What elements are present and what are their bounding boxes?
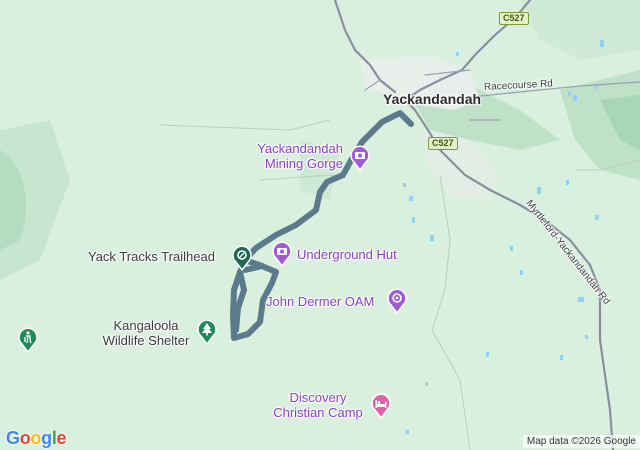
hiking-trail-icon[interactable] xyxy=(231,245,253,271)
town-label-yackandandah[interactable]: Yackandandah xyxy=(383,91,481,107)
bed-icon[interactable] xyxy=(370,393,392,419)
camera-icon[interactable] xyxy=(271,241,293,267)
poi-label-underground-hut[interactable]: Underground Hut xyxy=(297,247,397,262)
poi-label-discovery-line2: Christian Camp xyxy=(273,405,363,420)
route-shield-c527-town: C527 xyxy=(428,137,458,150)
tree-icon[interactable] xyxy=(196,319,218,345)
poi-label-mining-gorge[interactable]: Yackandandah Mining Gorge xyxy=(253,141,343,171)
map-attribution[interactable]: Map data ©2026 Google xyxy=(522,435,640,448)
logo-letter-4: g xyxy=(41,428,52,448)
logo-letter-1: G xyxy=(6,428,20,448)
poi-label-kangaloola-line2: Wildlife Shelter xyxy=(102,333,190,348)
logo-letter-6: e xyxy=(56,428,67,448)
hiker-icon[interactable] xyxy=(17,327,39,353)
poi-label-discovery-line1: Discovery xyxy=(289,390,347,405)
attraction-icon[interactable] xyxy=(386,288,408,314)
poi-label-mining-gorge-line2: Mining Gorge xyxy=(264,156,343,171)
logo-letter-3: o xyxy=(30,428,42,448)
poi-label-kangaloola-line1: Kangaloola xyxy=(113,318,179,333)
map-view[interactable]: Racecourse Rd Myrtleford-Yackandandah Rd… xyxy=(0,0,640,450)
poi-label-kangaloola[interactable]: Kangaloola Wildlife Shelter xyxy=(96,318,196,348)
camera-icon[interactable] xyxy=(349,145,371,171)
poi-label-mining-gorge-line1: Yackandandah xyxy=(257,141,343,156)
google-logo[interactable]: Google xyxy=(6,428,67,449)
poi-label-trailhead[interactable]: Yack Tracks Trailhead xyxy=(88,249,215,264)
logo-letter-2: o xyxy=(19,428,31,448)
route-shield-c527-north: C527 xyxy=(499,12,529,25)
poi-label-john-dermer[interactable]: John Dermer OAM xyxy=(266,294,374,309)
poi-label-discovery-camp[interactable]: Discovery Christian Camp xyxy=(270,390,366,420)
